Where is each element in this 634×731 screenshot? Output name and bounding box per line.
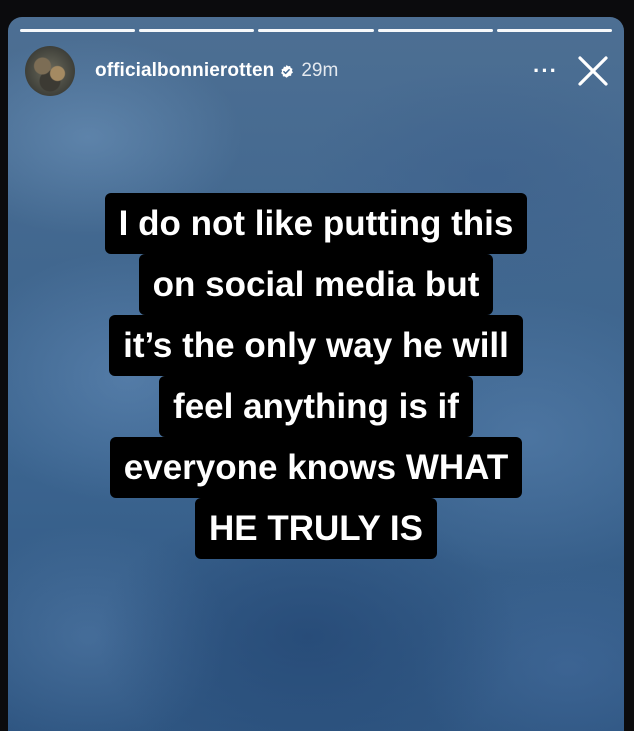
story-header: officialbonnierotten 29m ··· bbox=[25, 44, 610, 98]
caption-line: I do not like putting this bbox=[104, 193, 528, 254]
story-viewer: officialbonnierotten 29m ··· I do not li… bbox=[8, 17, 624, 731]
caption-line: it’s the only way he will bbox=[109, 315, 523, 376]
caption-line: feel anything is if bbox=[159, 376, 473, 437]
progress-segment bbox=[258, 29, 374, 32]
caption-line: on social media but bbox=[138, 254, 494, 315]
verified-badge-icon bbox=[281, 64, 294, 78]
story-progress-bar bbox=[20, 29, 613, 32]
post-time: 29m bbox=[301, 60, 339, 81]
progress-segment bbox=[20, 29, 136, 32]
more-options-button[interactable]: ··· bbox=[533, 60, 558, 82]
close-icon[interactable] bbox=[576, 54, 610, 88]
story-caption: I do not like putting this on social med… bbox=[48, 193, 584, 559]
caption-line: everyone knows WHAT bbox=[109, 437, 523, 498]
progress-segment bbox=[496, 29, 613, 32]
caption-line: HE TRULY IS bbox=[195, 498, 437, 559]
progress-segment bbox=[377, 29, 493, 32]
progress-segment bbox=[139, 29, 255, 32]
username[interactable]: officialbonnierotten bbox=[95, 60, 274, 82]
avatar[interactable] bbox=[25, 46, 75, 96]
